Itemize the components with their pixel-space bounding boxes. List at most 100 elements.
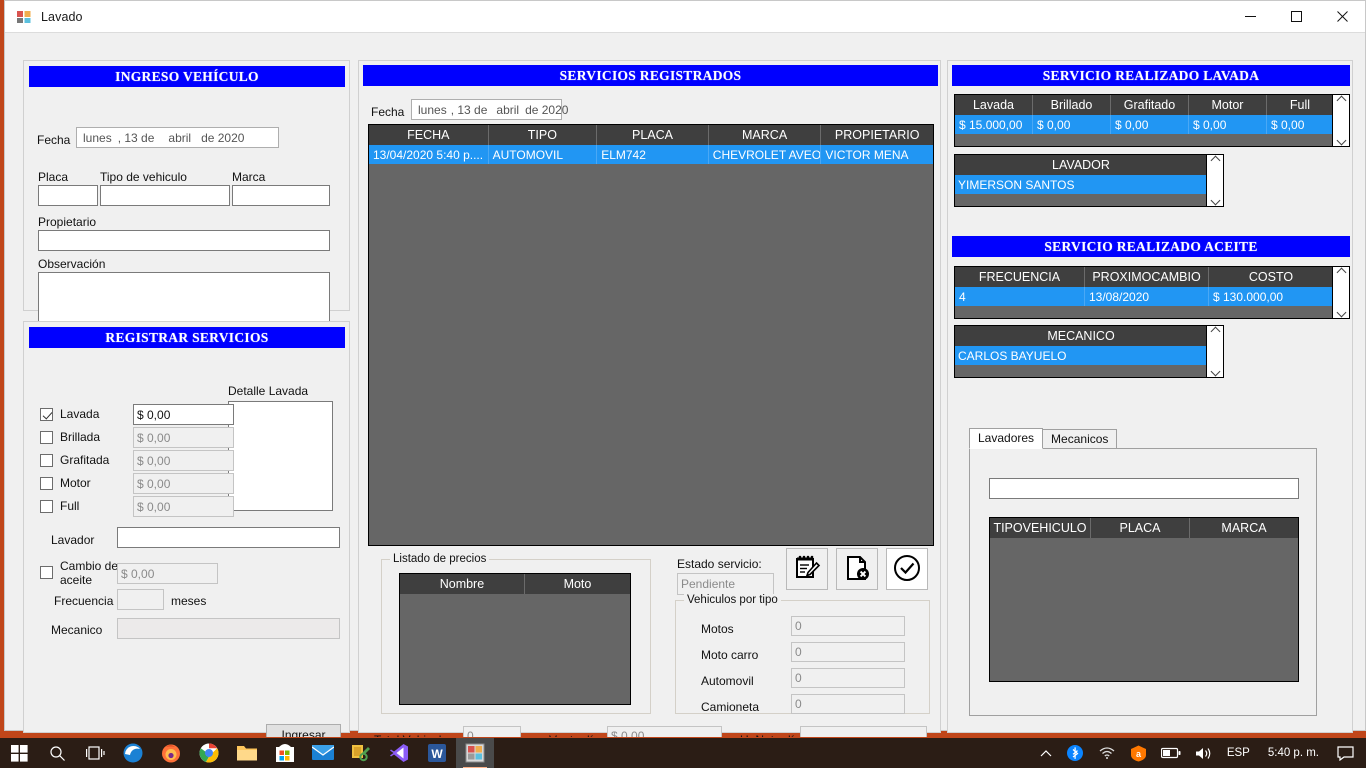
listado-precios-datagrid[interactable]: Nombre Moto xyxy=(399,573,631,705)
scroll-down-icon[interactable] xyxy=(1211,369,1220,375)
tab-mecanicos[interactable]: Mecanicos xyxy=(1042,429,1118,449)
taskbar-lavado-app[interactable] xyxy=(456,737,494,768)
search-button[interactable] xyxy=(38,738,76,768)
scroll-up-icon[interactable] xyxy=(1211,157,1220,163)
taskbar-clock[interactable]: 5:40 p. m. xyxy=(1258,747,1329,759)
edit-service-button[interactable] xyxy=(786,548,828,590)
lavador-filter-select[interactable] xyxy=(989,478,1299,499)
aceite-grid-scrollbar[interactable] xyxy=(1332,267,1349,318)
column-header-brillado[interactable]: Brillado xyxy=(1033,95,1111,115)
cell-brillado: $ 0,00 xyxy=(1033,115,1111,134)
full-price-input[interactable]: $ 0,00 xyxy=(133,496,234,517)
column-header-lavada[interactable]: Lavada xyxy=(955,95,1033,115)
servicio-aceite-datagrid[interactable]: FRECUENCIA PROXIMOCAMBIO COSTO 4 13/08/2… xyxy=(954,266,1350,319)
taskbar-microsoft-store[interactable] xyxy=(266,738,304,768)
taskbar-word[interactable]: W xyxy=(418,738,456,768)
observacion-textarea[interactable] xyxy=(38,272,330,326)
lavador-vehiculos-datagrid[interactable]: TIPOVEHICULO PLACA MARCA xyxy=(989,517,1299,682)
table-row[interactable]: 13/04/2020 5:40 p.... AUTOMOVIL ELM742 C… xyxy=(369,145,933,164)
full-checkbox[interactable]: Full xyxy=(40,500,79,513)
column-header-placa[interactable]: PLACA xyxy=(597,125,709,145)
avast-antivirus-icon[interactable]: a xyxy=(1124,738,1153,768)
list-item[interactable]: CARLOS BAYUELO xyxy=(955,346,1207,365)
column-header-motor[interactable]: Motor xyxy=(1189,95,1267,115)
ingreso-fecha-datepicker[interactable]: lunes , 13 de abril de 2020 xyxy=(76,127,279,148)
mecanico-grid-scrollbar[interactable] xyxy=(1206,326,1223,377)
column-header-full[interactable]: Full xyxy=(1267,95,1333,115)
column-header-propietario[interactable]: PROPIETARIO xyxy=(821,125,933,145)
taskbar-mail[interactable] xyxy=(304,738,342,768)
volume-icon[interactable] xyxy=(1189,738,1219,768)
scroll-down-icon[interactable] xyxy=(1337,310,1346,316)
brillada-price-input[interactable]: $ 0,00 xyxy=(133,427,234,448)
brillada-checkbox[interactable]: Brillada xyxy=(40,431,100,444)
taskbar-firefox[interactable] xyxy=(152,738,190,768)
bluetooth-icon[interactable] xyxy=(1060,738,1090,768)
table-row[interactable]: 4 13/08/2020 $ 130.000,00 xyxy=(955,287,1349,306)
taskbar-file-explorer[interactable] xyxy=(228,738,266,768)
lavada-checkbox[interactable]: Lavada xyxy=(40,408,99,421)
scroll-down-icon[interactable] xyxy=(1211,198,1220,204)
tipo-vehiculo-select[interactable] xyxy=(100,185,230,206)
frecuencia-input[interactable] xyxy=(117,589,164,610)
notifications-icon[interactable] xyxy=(1331,738,1360,768)
scroll-up-icon[interactable] xyxy=(1211,328,1220,334)
table-row[interactable]: $ 15.000,00 $ 0,00 $ 0,00 $ 0,00 $ 0,00 xyxy=(955,115,1349,134)
grafitada-checkbox[interactable]: Grafitada xyxy=(40,454,109,467)
column-header-grafitado[interactable]: Grafitado xyxy=(1111,95,1189,115)
column-header-fecha[interactable]: FECHA xyxy=(369,125,489,145)
column-header-tipovehiculo[interactable]: TIPOVEHICULO xyxy=(990,518,1091,538)
minimize-button[interactable] xyxy=(1227,1,1273,32)
close-button[interactable] xyxy=(1319,1,1365,32)
marca-input[interactable] xyxy=(232,185,330,206)
show-hidden-icons-button[interactable] xyxy=(1034,738,1058,768)
column-header-placa[interactable]: PLACA xyxy=(1091,518,1190,538)
cambio-aceite-checkbox[interactable] xyxy=(40,566,53,579)
list-item[interactable]: YIMERSON SANTOS xyxy=(955,175,1207,194)
lavador-grid-scrollbar[interactable] xyxy=(1206,155,1223,206)
column-header-tipo[interactable]: TIPO xyxy=(489,125,598,145)
servicios-fecha-datepicker[interactable]: lunes , 13 de abril de 2020 xyxy=(411,99,568,120)
scroll-down-icon[interactable] xyxy=(1337,138,1346,144)
start-button[interactable] xyxy=(0,738,38,768)
lavada-price-input[interactable]: $ 0,00 xyxy=(133,404,234,425)
servicios-datagrid[interactable]: FECHA TIPO PLACA MARCA PROPIETARIO 13/04… xyxy=(368,124,934,546)
mecanico-datagrid[interactable]: MECANICO CARLOS BAYUELO xyxy=(954,325,1224,378)
wifi-icon[interactable] xyxy=(1092,738,1122,768)
column-header-nombre[interactable]: Nombre xyxy=(400,574,525,594)
delete-service-button[interactable] xyxy=(836,548,878,590)
grafitada-price-input[interactable]: $ 0,00 xyxy=(133,450,234,471)
servicio-lavada-datagrid[interactable]: Lavada Brillado Grafitado Motor Full $ 1… xyxy=(954,94,1350,147)
taskbar-chrome[interactable] xyxy=(190,738,228,768)
cambio-aceite-price-input[interactable]: $ 0,00 xyxy=(117,563,218,584)
language-indicator[interactable]: ESP xyxy=(1221,738,1256,768)
motor-checkbox[interactable]: Motor xyxy=(40,477,91,490)
column-header-lavador[interactable]: LAVADOR xyxy=(955,155,1207,175)
column-header-proximocambio[interactable]: PROXIMOCAMBIO xyxy=(1085,267,1209,287)
tab-lavadores[interactable]: Lavadores xyxy=(969,428,1044,449)
placa-input[interactable] xyxy=(38,185,98,206)
task-view-button[interactable] xyxy=(76,738,114,768)
battery-icon[interactable] xyxy=(1155,738,1187,768)
maximize-button[interactable] xyxy=(1273,1,1319,32)
taskbar-visual-studio-code[interactable] xyxy=(380,738,418,768)
column-header-moto[interactable]: Moto xyxy=(525,574,630,594)
column-header-marca[interactable]: MARCA xyxy=(709,125,822,145)
taskbar-sql-tools[interactable] xyxy=(342,738,380,768)
column-header-marca[interactable]: MARCA xyxy=(1190,518,1298,538)
column-header-costo[interactable]: COSTO xyxy=(1209,267,1333,287)
column-header-frecuencia[interactable]: FRECUENCIA xyxy=(955,267,1085,287)
lavador-select[interactable] xyxy=(117,527,340,548)
scroll-up-icon[interactable] xyxy=(1337,269,1346,275)
taskbar-edge[interactable] xyxy=(114,738,152,768)
column-header-mecanico[interactable]: MECANICO xyxy=(955,326,1207,346)
mecanico-select[interactable] xyxy=(117,618,340,639)
confirm-service-button[interactable] xyxy=(886,548,928,590)
lavador-datagrid[interactable]: LAVADOR YIMERSON SANTOS xyxy=(954,154,1224,207)
lavada-grid-scrollbar[interactable] xyxy=(1332,95,1349,146)
motor-price-input[interactable]: $ 0,00 xyxy=(133,473,234,494)
propietario-input[interactable] xyxy=(38,230,330,251)
lavado-window: Lavado INGRESO VEHÍCULO Fecha lunes , 13… xyxy=(4,0,1366,747)
detalle-lavada-textarea[interactable] xyxy=(228,401,333,511)
scroll-up-icon[interactable] xyxy=(1337,97,1346,103)
